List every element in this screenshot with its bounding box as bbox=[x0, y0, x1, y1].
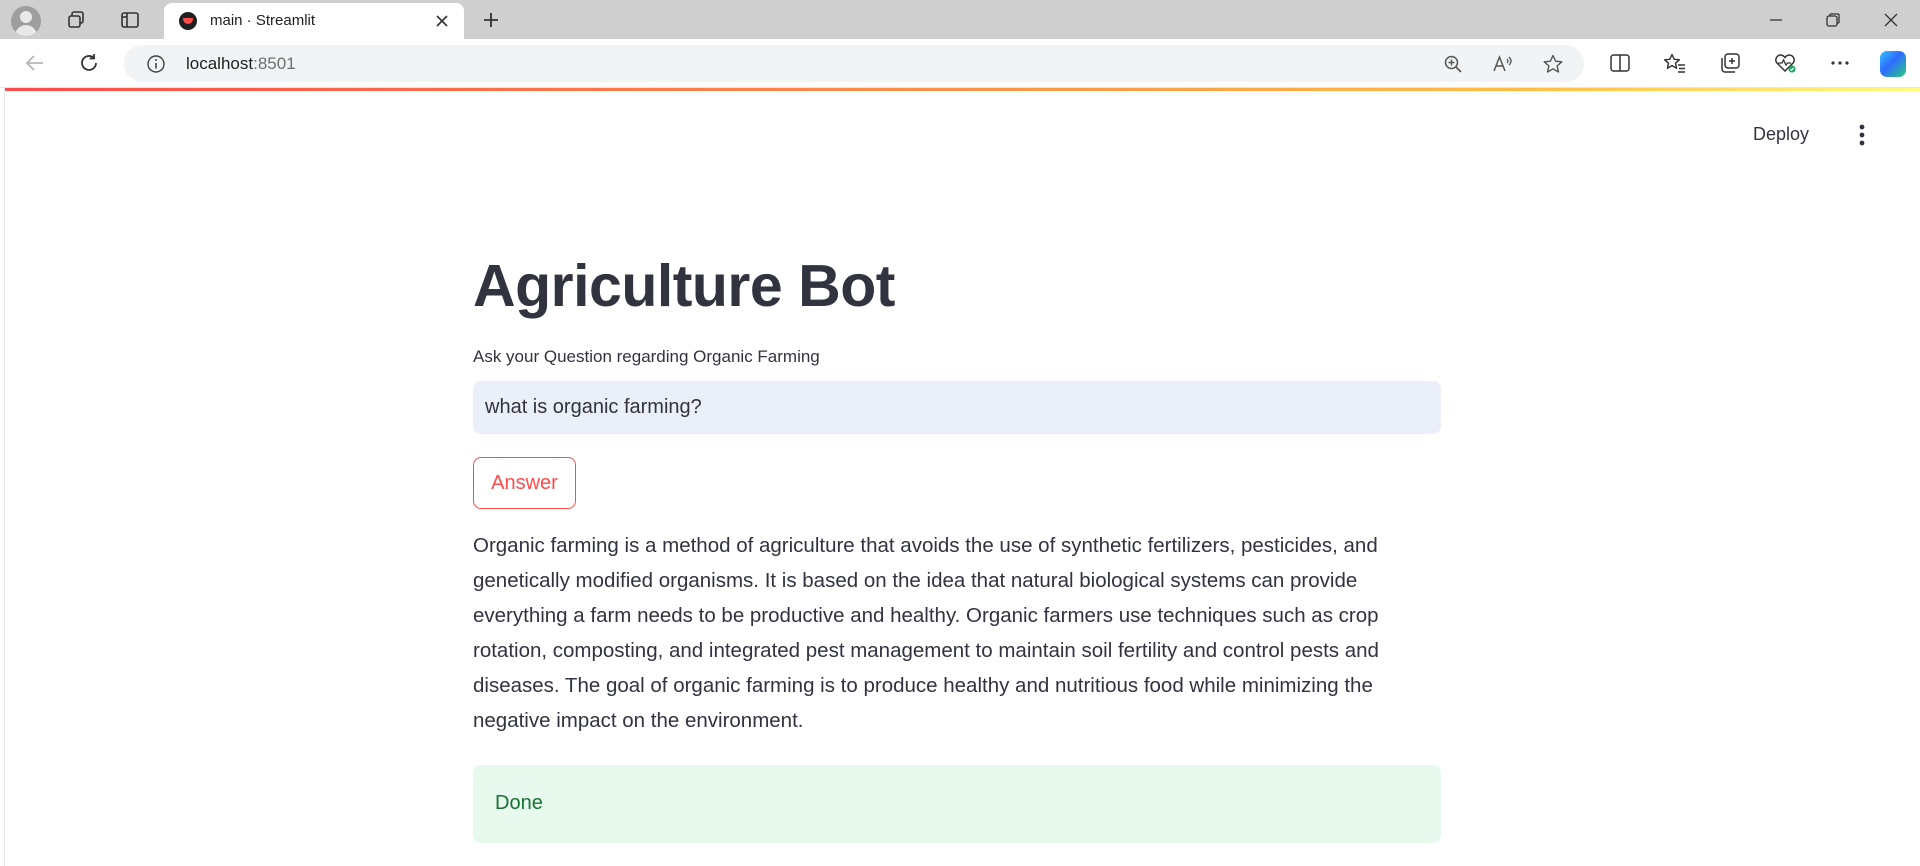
split-screen-icon[interactable] bbox=[1607, 50, 1633, 76]
zoom-icon[interactable] bbox=[1442, 53, 1464, 75]
close-icon[interactable] bbox=[432, 11, 452, 31]
plus-icon[interactable] bbox=[479, 8, 503, 32]
restore-icon[interactable] bbox=[1820, 7, 1846, 33]
kebab-menu-icon[interactable] bbox=[1852, 123, 1872, 147]
page-title: Agriculture Bot bbox=[473, 253, 895, 319]
tab-title: main · Streamlit bbox=[210, 12, 316, 29]
tab-actions-icon[interactable] bbox=[119, 9, 141, 31]
answer-text: Organic farming is a method of agricultu… bbox=[473, 534, 1379, 732]
info-icon[interactable] bbox=[146, 54, 166, 74]
browser-tab-strip: main · Streamlit bbox=[0, 0, 1920, 39]
window-close-icon[interactable] bbox=[1878, 7, 1904, 33]
browser-toolbar: localhost:8501 bbox=[0, 39, 1920, 88]
streamlit-favicon bbox=[179, 12, 197, 30]
profile-icon[interactable] bbox=[11, 6, 41, 36]
browser-essentials-icon[interactable] bbox=[1772, 50, 1798, 76]
collections-icon[interactable] bbox=[1717, 50, 1743, 76]
back-icon[interactable] bbox=[22, 50, 48, 76]
answer-button[interactable]: Answer bbox=[473, 457, 576, 509]
browser-tab-active[interactable]: main · Streamlit bbox=[164, 3, 464, 39]
url-text: localhost:8501 bbox=[186, 54, 296, 73]
favorites-icon[interactable] bbox=[1662, 50, 1688, 76]
question-input-label: Ask your Question regarding Organic Farm… bbox=[473, 347, 820, 366]
status-message: Done bbox=[495, 792, 543, 814]
app-page: Deploy Agriculture Bot Ask your Question… bbox=[4, 88, 1920, 866]
address-bar[interactable]: localhost:8501 bbox=[124, 45, 1584, 82]
success-alert: Done bbox=[473, 765, 1441, 843]
favorite-icon[interactable] bbox=[1542, 53, 1564, 75]
read-aloud-icon[interactable] bbox=[1492, 53, 1514, 75]
refresh-icon[interactable] bbox=[76, 50, 102, 76]
minimize-icon[interactable] bbox=[1763, 7, 1789, 33]
more-icon[interactable] bbox=[1827, 50, 1853, 76]
question-input[interactable] bbox=[473, 381, 1441, 434]
copilot-icon[interactable] bbox=[1880, 51, 1906, 77]
deploy-button[interactable]: Deploy bbox=[1753, 124, 1809, 145]
workspaces-icon[interactable] bbox=[65, 9, 87, 31]
header-decoration-bar bbox=[5, 88, 1920, 91]
